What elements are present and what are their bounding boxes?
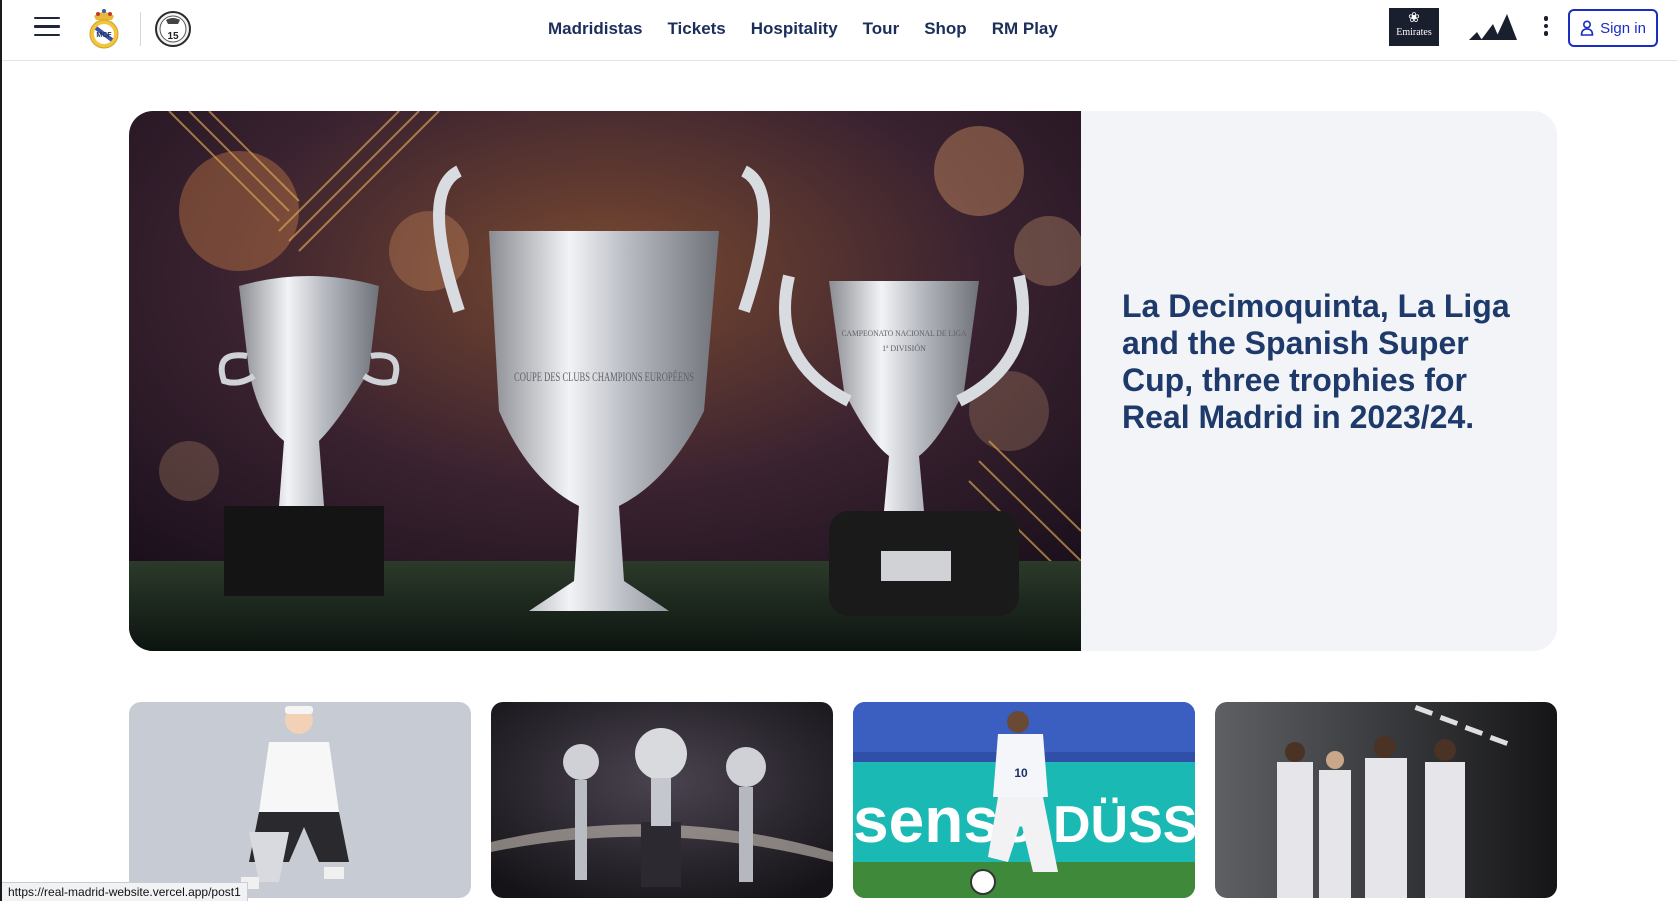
- trophies-photo: COUPE DES CLUBS CHAMPIONS EUROPÉENS CAMP…: [129, 111, 1081, 651]
- header-divider: [140, 12, 141, 46]
- news-card-3[interactable]: sense DÜSSEL 10: [853, 702, 1195, 898]
- nav-tour[interactable]: Tour: [863, 19, 900, 39]
- emirates-logo[interactable]: ❀ Emirates: [1389, 8, 1439, 46]
- player-with-trophy-photo: [129, 702, 471, 898]
- cup-inscription: COUPE DES CLUBS CHAMPIONS EUROPÉENS: [514, 369, 694, 384]
- champions-15-badge-icon[interactable]: 15: [154, 10, 192, 48]
- news-card-1[interactable]: [129, 702, 471, 898]
- emirates-mark-icon: ❀: [1408, 11, 1420, 26]
- emirates-label: Emirates: [1396, 27, 1432, 38]
- nav-madridistas[interactable]: Madridistas: [548, 19, 642, 39]
- sign-in-button[interactable]: Sign in: [1568, 9, 1658, 47]
- nav-rm-play[interactable]: RM Play: [992, 19, 1058, 39]
- hamburger-menu-icon[interactable]: [34, 17, 60, 39]
- team-in-tunnel-photo: [1215, 702, 1557, 898]
- nav-hospitality[interactable]: Hospitality: [751, 19, 838, 39]
- hero-banner[interactable]: COUPE DES CLUBS CHAMPIONS EUROPÉENS CAMP…: [129, 111, 1557, 651]
- status-bar-url: https://real-madrid-website.vercel.app/p…: [2, 882, 248, 901]
- main-nav: Madridistas Tickets Hospitality Tour Sho…: [548, 0, 1083, 58]
- board-text-right: DÜSSEL: [1053, 796, 1195, 854]
- user-icon: [1580, 20, 1594, 36]
- liga-division: 1ª DIVISIÓN: [882, 343, 926, 353]
- news-card-2[interactable]: [491, 702, 833, 898]
- badge-number: 15: [167, 31, 179, 42]
- three-basketball-trophies-photo: [491, 702, 833, 898]
- nav-shop[interactable]: Shop: [924, 19, 967, 39]
- news-card-4[interactable]: [1215, 702, 1557, 898]
- nav-tickets[interactable]: Tickets: [667, 19, 725, 39]
- hero-title[interactable]: La Decimoquinta, La Liga and the Spanish…: [1122, 288, 1522, 436]
- site-header: MCF 15 Madridistas Tickets Hospitality T…: [2, 0, 1678, 61]
- liga-inscription: CAMPEONATO NACIONAL DE LIGA: [842, 329, 967, 338]
- real-madrid-crest-icon[interactable]: MCF: [86, 6, 122, 50]
- jersey-number: 10: [1014, 766, 1028, 780]
- svg-text:MCF: MCF: [96, 32, 112, 39]
- player-dribbling-photo: sense DÜSSEL 10: [853, 702, 1195, 898]
- adidas-logo-icon[interactable]: [1467, 10, 1519, 44]
- sign-in-label: Sign in: [1600, 19, 1646, 37]
- kebab-menu-icon[interactable]: [1542, 16, 1550, 40]
